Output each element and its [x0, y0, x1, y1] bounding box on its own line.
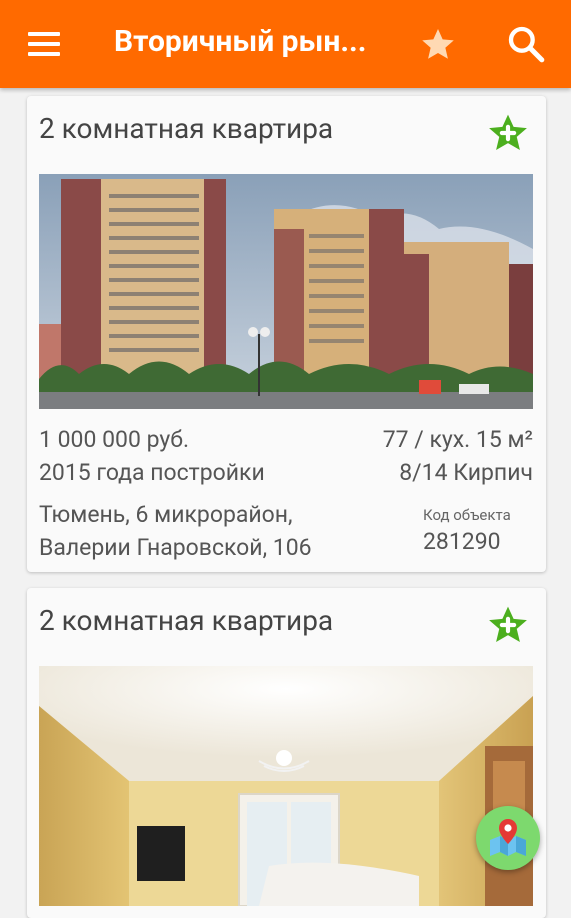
listing-title: 2 комнатная квартира	[39, 112, 334, 145]
object-code-label: Код объекта	[423, 506, 511, 524]
search-icon[interactable]	[506, 24, 546, 64]
build-year: 2015 года постройки	[39, 459, 265, 486]
listing-card[interactable]: 2 комнатная квартира	[27, 588, 546, 918]
map-marker-icon	[490, 819, 526, 856]
add-favorite-star-icon[interactable]	[487, 112, 529, 154]
object-code: 281290	[423, 528, 501, 555]
add-favorite-star-icon[interactable]	[487, 604, 529, 646]
listing-card[interactable]: 2 комнатная квартира	[27, 96, 546, 572]
listing-photo[interactable]	[39, 666, 533, 906]
address-line-1: Тюмень, 6 микрорайон,	[39, 501, 293, 528]
apartment-buildings-photo	[39, 174, 533, 409]
star-icon[interactable]	[420, 26, 456, 62]
page-title: Вторичный рын...	[114, 24, 367, 59]
address: Тюмень, 6 микрорайон, Валерии Гнаровской…	[39, 498, 312, 564]
map-button[interactable]	[476, 806, 540, 870]
listing-photo[interactable]	[39, 174, 533, 409]
app-bar: Вторичный рын...	[0, 0, 571, 88]
menu-icon[interactable]	[28, 30, 62, 58]
listing-title: 2 комнатная квартира	[39, 604, 334, 637]
living-room-photo	[39, 666, 533, 906]
price: 1 000 000 руб.	[39, 426, 190, 453]
floor-material: 8/14 Кирпич	[399, 459, 533, 486]
area: 77 / кух. 15 м²	[382, 426, 533, 453]
address-line-2: Валерии Гнаровской, 106	[39, 534, 312, 561]
